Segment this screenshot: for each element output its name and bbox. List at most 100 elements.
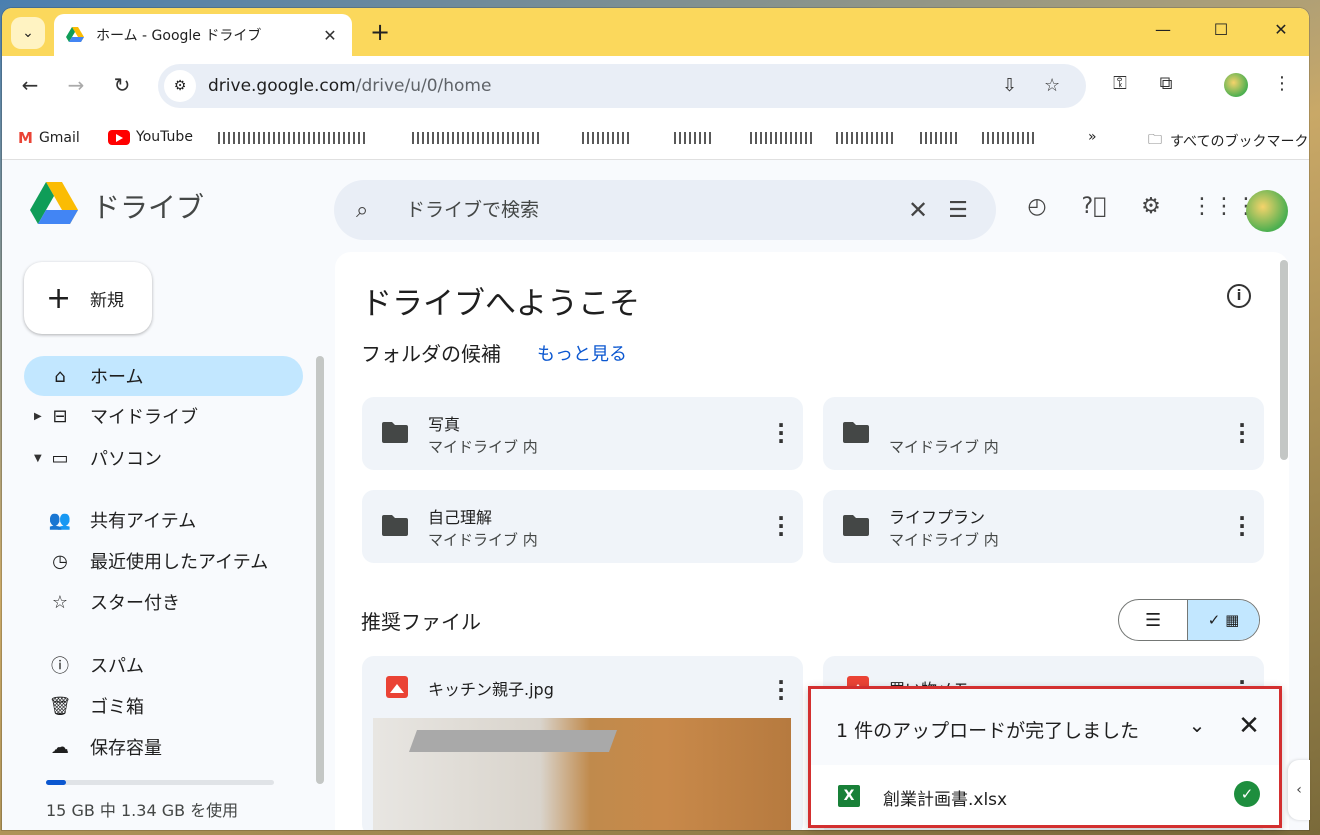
redacted-bookmark[interactable] xyxy=(750,132,812,144)
reload-button[interactable]: ↻ xyxy=(108,73,136,97)
drive-logo-icon xyxy=(30,182,78,224)
maximize-button[interactable]: ☐ xyxy=(1206,20,1236,39)
bookmark-star-icon[interactable]: ☆ xyxy=(1044,75,1060,96)
star-icon: ☆ xyxy=(51,591,69,613)
file-card[interactable]: キッチン親子.jpg · · · xyxy=(362,656,803,830)
people-icon: 👥 xyxy=(48,509,72,531)
tab-drive-home[interactable]: ホーム - Google ドライブ ✕ xyxy=(54,14,352,56)
folder-card[interactable]: 写真 マイドライブ 内 · · · xyxy=(362,397,803,470)
image-file-icon xyxy=(386,676,408,698)
expand-caret-icon[interactable]: ▶ xyxy=(34,411,42,422)
more-actions-icon[interactable]: ··· xyxy=(775,415,787,451)
sidebar-item-home[interactable]: ⌂ ホーム xyxy=(24,356,303,396)
extensions-icon[interactable]: ⧉ xyxy=(1152,73,1180,94)
all-bookmarks-folder[interactable]: 🗀 すべてのブックマーク xyxy=(1148,129,1308,153)
account-avatar[interactable] xyxy=(1246,190,1288,232)
redacted-bookmark[interactable] xyxy=(218,132,368,144)
side-panel-toggle-chevron-icon[interactable]: ‹ xyxy=(1288,760,1310,820)
bookmarks-overflow-button[interactable]: » xyxy=(1088,129,1097,145)
sidebar-item-shared[interactable]: 👥 共有アイテム xyxy=(24,500,303,540)
redacted-bookmark[interactable] xyxy=(836,132,896,144)
redacted-bookmark[interactable] xyxy=(674,132,714,144)
clear-search-icon[interactable]: ✕ xyxy=(898,196,938,224)
app-name: ドライブ xyxy=(92,191,205,224)
bookmark-gmail[interactable]: M Gmail xyxy=(18,129,80,147)
site-info-icon[interactable]: ⚙ xyxy=(164,70,196,102)
search-bar[interactable]: ⌕ ✕ ☰ xyxy=(334,180,996,240)
sidebar-item-my-drive[interactable]: ▶ ⊟ マイドライブ xyxy=(24,396,303,436)
more-actions-icon[interactable]: ··· xyxy=(775,508,787,544)
excel-file-icon: X xyxy=(838,785,860,807)
forward-button[interactable]: → xyxy=(62,73,90,97)
storage-usage-bar xyxy=(46,780,274,785)
cloud-icon: ☁ xyxy=(51,736,69,758)
offline-ready-icon[interactable]: ◴ xyxy=(1022,194,1052,224)
list-view-button[interactable]: ☰ xyxy=(1119,600,1189,640)
apps-grid-icon[interactable]: ⋮⋮⋮ xyxy=(1191,194,1257,224)
redacted-bookmark[interactable] xyxy=(582,132,632,144)
url-text: drive.google.com/drive/u/0/home xyxy=(208,76,492,96)
grid-view-button[interactable]: ✓ ▦ xyxy=(1188,600,1259,640)
view-toggle: ☰ ✓ ▦ xyxy=(1118,599,1260,641)
folder-icon xyxy=(843,515,869,536)
tab-search-button[interactable]: ⌄ xyxy=(11,17,45,49)
folder-card[interactable]: 自己理解 マイドライブ 内 · · · xyxy=(362,490,803,563)
redacted-bookmark[interactable] xyxy=(982,132,1034,144)
folder-card[interactable]: ライフプラン マイドライブ 内 · · · xyxy=(823,490,1264,563)
gmail-icon: M xyxy=(18,129,33,147)
settings-gear-icon[interactable]: ⚙ xyxy=(1136,194,1166,224)
sidebar-item-computers[interactable]: ▼ ▭ パソコン xyxy=(24,438,303,478)
storage-usage-fill xyxy=(46,780,67,785)
tab-strip: ⌄ ホーム - Google ドライブ ✕ + — ☐ ✕ xyxy=(2,8,1309,56)
sidebar-item-starred[interactable]: ☆ スター付き xyxy=(24,582,303,622)
suggested-files-label: 推奨ファイル xyxy=(361,610,481,634)
address-bar[interactable]: ⚙ drive.google.com/drive/u/0/home ⇩ ☆ xyxy=(158,64,1086,108)
new-button[interactable]: + 新規 xyxy=(24,262,152,334)
redacted-bookmark[interactable] xyxy=(412,132,542,144)
back-button[interactable]: ← xyxy=(16,73,44,97)
close-window-button[interactable]: ✕ xyxy=(1266,20,1296,39)
spam-icon: ⓘ xyxy=(51,656,69,677)
expand-caret-icon[interactable]: ▼ xyxy=(34,453,42,464)
folder-icon: 🗀 xyxy=(1148,132,1162,148)
sidebar-scrollbar[interactable] xyxy=(316,356,324,784)
uploaded-file-name[interactable]: 創業計画書.xlsx xyxy=(883,785,1007,810)
install-app-icon[interactable]: ⇩ xyxy=(1002,75,1017,96)
list-icon: ☰ xyxy=(1144,609,1162,631)
my-drive-icon: ⊟ xyxy=(52,405,68,427)
folder-icon xyxy=(382,515,408,536)
main-scrollbar[interactable] xyxy=(1280,260,1288,460)
sidebar-item-trash[interactable]: 🗑 ゴミ箱 xyxy=(24,686,303,726)
more-actions-icon[interactable]: ··· xyxy=(1236,508,1248,544)
suggested-folders-label: フォルダの候補 xyxy=(361,342,501,366)
more-actions-icon[interactable]: ··· xyxy=(775,672,787,708)
minimize-button[interactable]: — xyxy=(1148,20,1178,39)
help-icon[interactable]: ?⃝ xyxy=(1079,194,1109,224)
password-manager-icon[interactable]: ⚿ xyxy=(1106,73,1134,94)
collapse-chevron-icon[interactable]: ⌄ xyxy=(1183,713,1211,737)
see-more-link[interactable]: もっと見る xyxy=(537,340,627,366)
browser-toolbar: ← → ↻ ⚙ drive.google.com/drive/u/0/home … xyxy=(2,56,1309,118)
check-grid-icon: ✓ ▦ xyxy=(1207,611,1240,629)
profile-avatar-icon[interactable] xyxy=(1222,73,1250,102)
new-tab-button[interactable]: + xyxy=(366,18,394,46)
sidebar-item-spam[interactable]: ⓘ スパム xyxy=(24,645,303,685)
more-actions-icon[interactable]: ··· xyxy=(1236,415,1248,451)
upload-complete-check-icon: ✓ xyxy=(1234,781,1260,807)
search-input[interactable] xyxy=(406,199,898,221)
sidebar-item-recent[interactable]: ◷ 最近使用したアイテム xyxy=(24,541,303,581)
bookmark-youtube[interactable]: YouTube xyxy=(108,129,193,145)
close-upload-panel-icon[interactable]: ✕ xyxy=(1235,711,1263,741)
redacted-bookmark[interactable] xyxy=(920,132,960,144)
clock-icon: ◷ xyxy=(52,550,68,572)
browser-menu-icon[interactable]: ⋮ xyxy=(1268,73,1296,94)
upload-status-title: 1 件のアップロードが完了しました xyxy=(836,720,1140,742)
info-icon[interactable]: i xyxy=(1227,284,1251,308)
plus-icon: + xyxy=(46,280,72,316)
upload-status-panel: 1 件のアップロードが完了しました ⌄ ✕ X 創業計画書.xlsx ✓ xyxy=(808,686,1282,828)
sidebar-item-storage[interactable]: ☁ 保存容量 xyxy=(24,727,303,767)
search-options-icon[interactable]: ☰ xyxy=(938,198,978,223)
close-tab-icon[interactable]: ✕ xyxy=(320,26,340,45)
search-icon[interactable]: ⌕ xyxy=(356,198,384,223)
folder-card[interactable]: マイドライブ 内 · · · xyxy=(823,397,1264,470)
